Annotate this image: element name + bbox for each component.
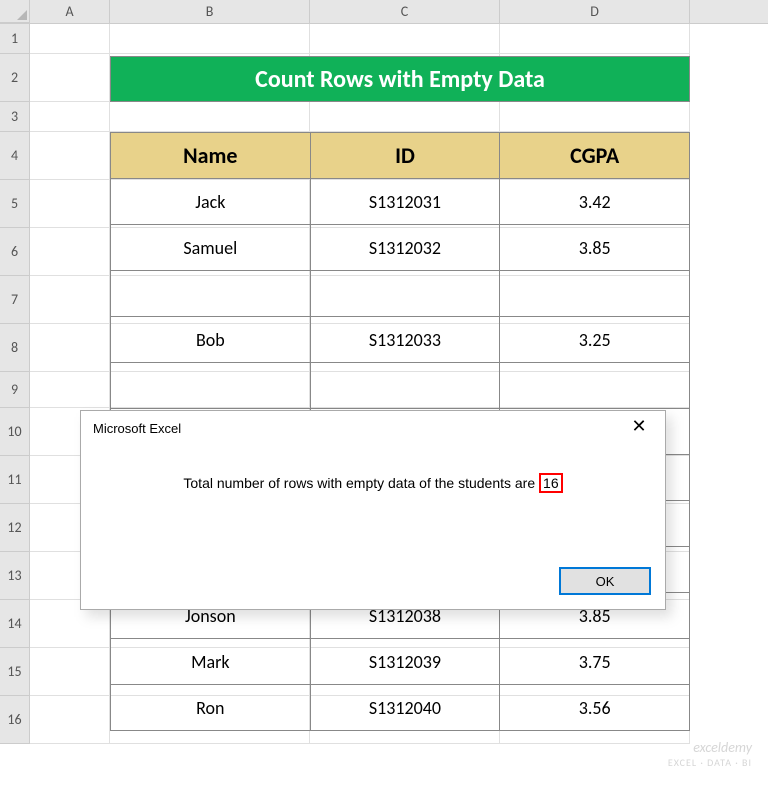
row-header[interactable]: 7 — [0, 276, 30, 324]
cell[interactable] — [30, 648, 110, 696]
table-cell[interactable]: 3.85 — [500, 225, 690, 271]
table-cell[interactable]: 3.75 — [500, 639, 690, 685]
watermark-sub: EXCEL · DATA · BI — [668, 756, 752, 769]
dialog-buttons: OK — [559, 567, 651, 595]
page-title: Count Rows with Empty Data — [110, 56, 690, 102]
row-header[interactable]: 6 — [0, 228, 30, 276]
table-cell[interactable]: S1312033 — [310, 317, 500, 363]
table-cell[interactable] — [111, 363, 311, 409]
cell[interactable] — [500, 102, 690, 132]
row-header[interactable]: 5 — [0, 180, 30, 228]
cell[interactable] — [500, 24, 690, 54]
table-row: JackS13120313.42 — [111, 179, 690, 225]
table-cell[interactable] — [500, 363, 690, 409]
cell[interactable] — [30, 372, 110, 408]
table-cell[interactable] — [310, 271, 500, 317]
table-row: RonS13120403.56 — [111, 685, 690, 731]
dialog-message-text: Total number of rows with empty data of … — [183, 475, 539, 491]
row-header[interactable]: 12 — [0, 504, 30, 552]
cell[interactable] — [310, 24, 500, 54]
cell[interactable] — [30, 132, 110, 180]
cell[interactable] — [30, 24, 110, 54]
row-header[interactable]: 2 — [0, 54, 30, 102]
highlighted-value: 16 — [539, 473, 563, 493]
row-header[interactable]: 11 — [0, 456, 30, 504]
cell[interactable] — [30, 54, 110, 102]
col-header-a[interactable]: A — [30, 0, 110, 23]
dialog-body: Total number of rows with empty data of … — [81, 445, 665, 503]
col-header-d[interactable]: D — [500, 0, 690, 23]
table-header-row: Name ID CGPA — [111, 133, 690, 179]
select-all-corner[interactable] — [0, 0, 30, 23]
row-header[interactable]: 15 — [0, 648, 30, 696]
cell[interactable] — [310, 102, 500, 132]
cell[interactable] — [30, 180, 110, 228]
row-header[interactable]: 10 — [0, 408, 30, 456]
table-cell[interactable]: 3.42 — [500, 179, 690, 225]
dialog-titlebar[interactable]: Microsoft Excel ✕ — [81, 411, 665, 445]
cell[interactable] — [110, 102, 310, 132]
table-cell[interactable]: 3.25 — [500, 317, 690, 363]
row-header[interactable]: 13 — [0, 552, 30, 600]
row-header[interactable]: 14 — [0, 600, 30, 648]
row-header[interactable]: 9 — [0, 372, 30, 408]
column-headers: A B C D — [0, 0, 768, 24]
row-header[interactable]: 8 — [0, 324, 30, 372]
watermark: exceldemy EXCEL · DATA · BI — [668, 739, 752, 769]
row-header[interactable]: 1 — [0, 24, 30, 54]
table-cell[interactable]: Samuel — [111, 225, 311, 271]
table-cell[interactable] — [111, 271, 311, 317]
header-cgpa[interactable]: CGPA — [500, 133, 690, 179]
cell[interactable] — [30, 276, 110, 324]
table-row: BobS13120333.25 — [111, 317, 690, 363]
cell[interactable] — [30, 696, 110, 744]
cell[interactable] — [30, 102, 110, 132]
watermark-main: exceldemy — [668, 739, 752, 756]
row-header[interactable]: 4 — [0, 132, 30, 180]
table-cell[interactable]: S1312032 — [310, 225, 500, 271]
table-cell[interactable]: S1312031 — [310, 179, 500, 225]
row-header[interactable]: 16 — [0, 696, 30, 744]
table-cell[interactable] — [500, 271, 690, 317]
header-name[interactable]: Name — [111, 133, 311, 179]
table-row — [111, 363, 690, 409]
cell[interactable] — [110, 24, 310, 54]
col-header-c[interactable]: C — [310, 0, 500, 23]
table-row: SamuelS13120323.85 — [111, 225, 690, 271]
dialog-title: Microsoft Excel — [93, 421, 181, 436]
row-header[interactable]: 3 — [0, 102, 30, 132]
cell[interactable] — [30, 324, 110, 372]
table-cell[interactable]: Bob — [111, 317, 311, 363]
cell[interactable] — [30, 228, 110, 276]
table-row — [111, 271, 690, 317]
col-header-b[interactable]: B — [110, 0, 310, 23]
table-cell[interactable] — [310, 363, 500, 409]
table-cell[interactable]: S1312040 — [310, 685, 500, 731]
message-dialog: Microsoft Excel ✕ Total number of rows w… — [80, 410, 666, 610]
table-cell[interactable]: Jack — [111, 179, 311, 225]
table-cell[interactable]: Ron — [111, 685, 311, 731]
close-icon[interactable]: ✕ — [619, 414, 659, 442]
header-id[interactable]: ID — [310, 133, 500, 179]
table-row: MarkS13120393.75 — [111, 639, 690, 685]
table-cell[interactable]: 3.56 — [500, 685, 690, 731]
table-cell[interactable]: S1312039 — [310, 639, 500, 685]
table-cell[interactable]: Mark — [111, 639, 311, 685]
ok-button[interactable]: OK — [559, 567, 651, 595]
